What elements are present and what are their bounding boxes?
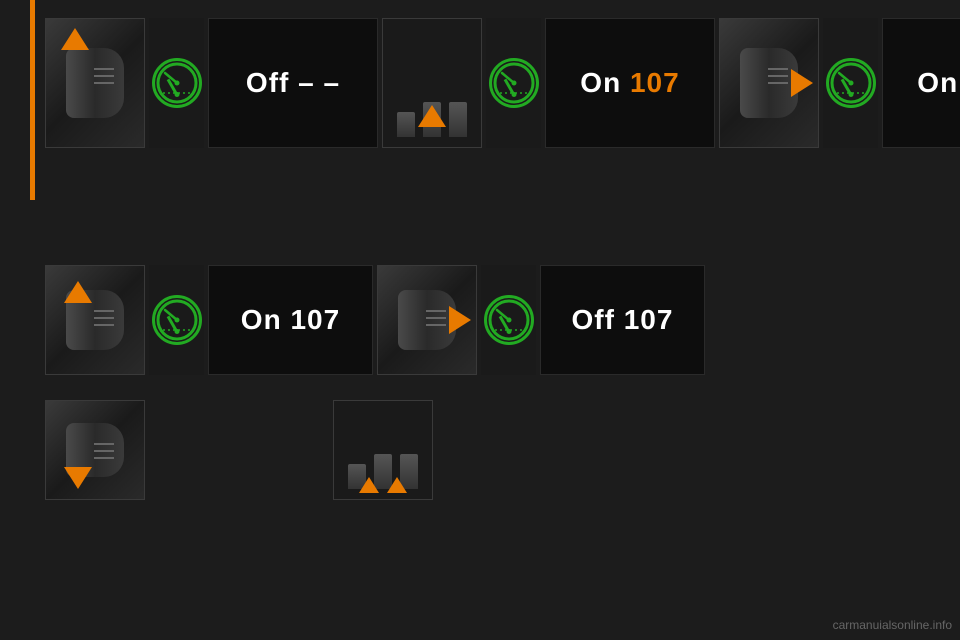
- gauge-icon-1: [152, 58, 202, 108]
- watermark: carmanuialsonline.info: [833, 618, 952, 632]
- pedal-arrow-up-2: [359, 477, 379, 493]
- pedal-arrow-up: [418, 105, 446, 127]
- on107-row2-text: On 107: [241, 304, 340, 336]
- display-on107-highlight: On 107: [545, 18, 715, 148]
- row-1: Off – –: [45, 18, 960, 148]
- gauge-box-3: [823, 18, 878, 148]
- gauge-box-4: [149, 265, 204, 375]
- gauge-icon-2: [489, 58, 539, 108]
- on107-highlight-number: 107: [630, 67, 680, 98]
- left-border-accent: [30, 0, 35, 200]
- stalk-image-4: [377, 265, 477, 375]
- row-2: On 107: [45, 265, 705, 375]
- off-dash-text: Off – –: [246, 67, 340, 99]
- display-off-dash: Off – –: [208, 18, 378, 148]
- page-content: Off – –: [0, 0, 960, 640]
- arrow-right-icon-2: [449, 306, 471, 334]
- display-on107-row1: On 107: [882, 18, 960, 148]
- stalk-image-5: [45, 400, 145, 500]
- stalk-image-1: [45, 18, 145, 148]
- off107-text: Off 107: [572, 304, 674, 336]
- on107-row1-text: On 107: [917, 67, 960, 99]
- row-3: [45, 400, 433, 500]
- pedals-image-2: [333, 400, 433, 500]
- stalk-image-2: [719, 18, 819, 148]
- pedal-3: [449, 102, 467, 137]
- gauge-icon-3: [826, 58, 876, 108]
- display-on107-row2: On 107: [208, 265, 373, 375]
- arrow-up-icon-1: [61, 28, 89, 50]
- gauge-box-1: [149, 18, 204, 148]
- arrow-right-icon-1: [791, 69, 813, 97]
- pedals-image-1: [382, 18, 482, 148]
- display-off107: Off 107: [540, 265, 705, 375]
- gauge-box-2: [486, 18, 541, 148]
- pedal-1: [397, 112, 415, 137]
- on107-highlight-text: On 107: [580, 67, 679, 99]
- arrow-up-icon-2: [64, 281, 92, 303]
- gauge-icon-4: [152, 295, 202, 345]
- gauge-box-5: [481, 265, 536, 375]
- pedal-arrow-up-3: [387, 477, 407, 493]
- gauge-icon-5: [484, 295, 534, 345]
- arrow-down-icon-1: [64, 467, 92, 489]
- stalk-image-3: [45, 265, 145, 375]
